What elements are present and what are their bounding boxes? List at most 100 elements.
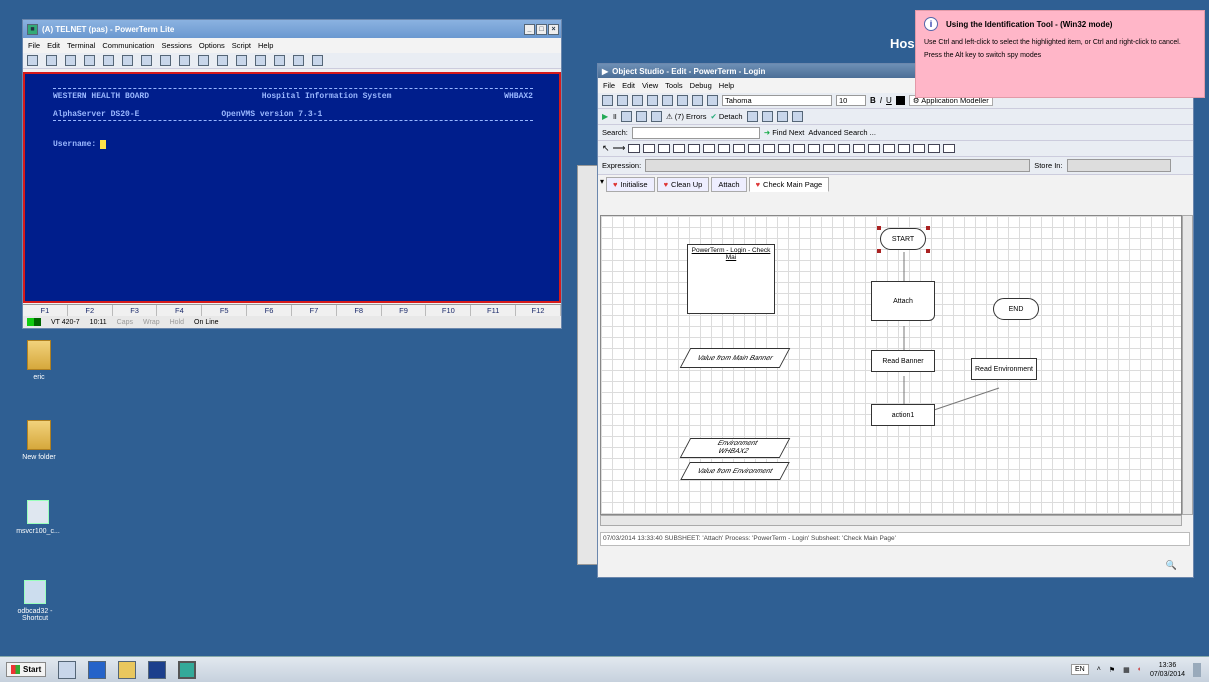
tray-expand-icon[interactable]: ˄ [1097,666,1101,673]
pause-icon[interactable]: ॥ [612,111,617,122]
zoom-icon[interactable]: 🔍 [1166,560,1177,571]
start-stage[interactable]: START [880,228,926,250]
multi-calc-stage-icon[interactable] [703,144,716,153]
connect-icon[interactable] [27,55,38,66]
volume-icon[interactable]: ◐ [1138,666,1142,673]
paste-icon[interactable] [84,55,95,66]
menu-view[interactable]: View [642,81,658,90]
loop-stage-icon[interactable] [748,144,761,153]
powerterm-taskbar-icon[interactable] [178,660,197,679]
alert-stage-icon[interactable] [808,144,821,153]
keyboard-icon[interactable] [160,55,171,66]
terminal-screen[interactable]: WESTERN HEALTH BOARD Hospital Informatio… [23,72,561,303]
note-stage-icon[interactable] [763,144,776,153]
fkey-f10[interactable]: F10 [426,305,472,316]
blue-prism-taskbar-icon[interactable] [148,660,167,679]
step-over-icon[interactable] [635,111,647,122]
choice-stage-icon[interactable] [673,144,686,153]
tab-initialise[interactable]: ♥ Initialise [606,177,655,192]
fkey-f2[interactable]: F2 [68,305,113,316]
wait-stage-icon[interactable] [928,144,941,153]
end-stage-icon[interactable] [793,144,806,153]
fkey-f12[interactable]: F12 [516,305,561,316]
print-screen-icon[interactable] [122,55,133,66]
settings-icon[interactable] [141,55,152,66]
menu-tools[interactable]: Tools [665,81,683,90]
font-size-select[interactable]: 10 [836,95,866,106]
collection-icon[interactable] [733,144,746,153]
advanced-search-button[interactable]: Advanced Search ... [808,128,876,137]
screen-icon[interactable] [179,55,190,66]
anchor-icon[interactable] [778,144,791,153]
flag-icon[interactable]: ⚑ [1109,666,1115,674]
menu-debug[interactable]: Debug [690,81,712,90]
navigate-stage-icon[interactable] [898,144,911,153]
diagram-canvas[interactable]: START END PowerTerm - Login - Check Mai … [600,215,1182,515]
binoculars-icon[interactable] [761,111,773,122]
tab-check-main-page[interactable]: ♥ Check Main Page [748,177,830,192]
decision-stage-icon[interactable] [658,144,671,153]
italic-icon[interactable]: I [880,96,882,105]
menu-file[interactable]: File [28,41,40,50]
pointer-icon[interactable]: ↖ [602,143,610,154]
show-desktop-button[interactable] [1193,662,1201,677]
font-select[interactable]: Tahoma [722,95,832,106]
data-item-environment[interactable]: Environment WHBAX2 [679,438,791,458]
play-icon[interactable]: ▶ [602,112,608,121]
tools-icon[interactable] [217,55,228,66]
note-stage[interactable]: PowerTerm - Login - Check Mai [687,244,775,314]
attach-page-stage[interactable]: Attach [871,281,935,321]
explorer-icon[interactable] [118,660,137,679]
link-tool-icon[interactable]: ⟶ [613,143,626,154]
start-stage-icon[interactable] [943,144,956,153]
menu-options[interactable]: Options [199,41,225,50]
step-icon[interactable] [620,111,632,122]
fkey-f9[interactable]: F9 [382,305,427,316]
code-stage-icon[interactable] [913,144,926,153]
copy-icon[interactable] [65,55,76,66]
data-item-main-banner[interactable]: Value from Main Banner [679,348,791,368]
identify-icon[interactable] [746,111,758,122]
redo-icon[interactable] [692,95,703,106]
network-icon[interactable]: ▦ [1123,666,1130,674]
expression-input[interactable] [645,159,1031,172]
close-icon[interactable]: × [548,23,559,35]
fkey-f7[interactable]: F7 [292,305,337,316]
detach-button[interactable]: ✔ Detach [710,112,742,121]
data-item-icon[interactable] [718,144,731,153]
fkey-f3[interactable]: F3 [113,305,158,316]
script-icon[interactable] [274,55,285,66]
write-stage-icon[interactable] [883,144,896,153]
view-icon[interactable] [312,55,323,66]
fkey-f4[interactable]: F4 [157,305,203,316]
clock[interactable]: 13:36 07/03/2014 [1150,661,1185,679]
search-input[interactable] [631,126,760,139]
powerterm-titlebar[interactable]: ■ (A) TELNET (pas) - PowerTerm Lite _ □ … [23,20,561,38]
menu-script[interactable]: Script [232,41,251,50]
grid-icon[interactable] [198,55,209,66]
zoom-icon[interactable] [707,95,718,106]
server-manager-icon[interactable] [58,660,77,679]
tab-dropdown-icon[interactable]: ▾ [600,177,604,192]
fkey-f11[interactable]: F11 [471,305,517,316]
menu-file[interactable]: File [603,81,615,90]
vertical-scrollbar[interactable] [1182,215,1193,515]
store-in-input[interactable] [1066,159,1171,172]
find-next-button[interactable]: ➜ Find Next [764,128,805,137]
horizontal-scrollbar[interactable] [600,515,1182,526]
print-icon[interactable] [617,95,628,106]
read-environment-stage[interactable]: Read Environment [971,358,1037,380]
language-indicator[interactable]: EN [1070,664,1089,675]
color-swatch-icon[interactable] [895,96,905,105]
desktop-icon-odbcad32[interactable]: odbcad32 - Shortcut [10,580,60,622]
reset-icon[interactable] [650,111,662,122]
minimize-icon[interactable]: _ [524,23,535,35]
resume-stage-icon[interactable] [853,144,866,153]
read-stage-icon[interactable] [868,144,881,153]
calculator-icon[interactable] [236,55,247,66]
recover-stage-icon[interactable] [838,144,851,153]
object-studio-window[interactable]: ▶ Object Studio - Edit - PowerTerm - Log… [597,63,1194,578]
read-banner-stage[interactable]: Read Banner [871,350,935,372]
errors-button[interactable]: ⚠ (7) Errors [666,112,707,121]
start-button[interactable]: Start [6,662,47,677]
